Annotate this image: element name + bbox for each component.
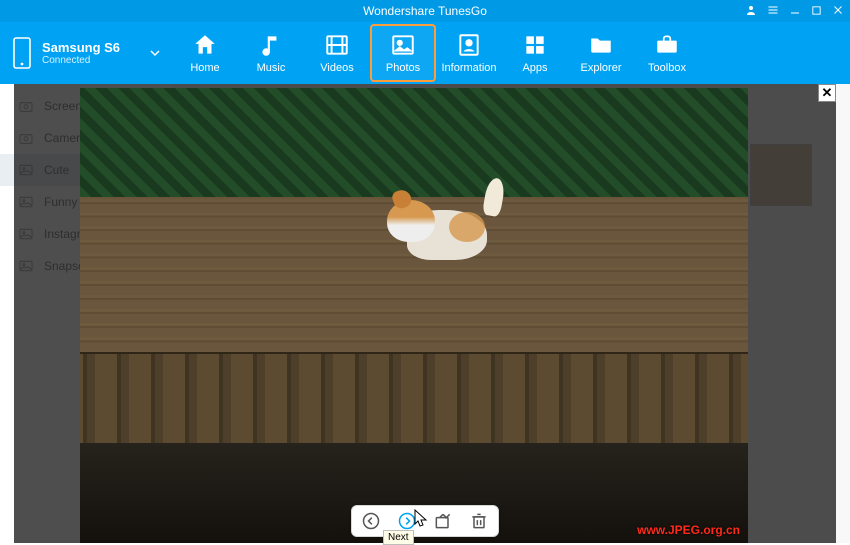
viewer-toolbar: [351, 505, 499, 537]
minimize-button[interactable]: [789, 4, 801, 18]
tab-label: Photos: [386, 62, 420, 74]
briefcase-icon: [654, 32, 680, 58]
prev-button[interactable]: [360, 510, 382, 532]
window-controls: [745, 0, 844, 22]
photo-subject: [387, 170, 507, 280]
film-icon: [324, 32, 350, 58]
picture-icon: [390, 32, 416, 58]
chevron-down-icon: [150, 48, 160, 58]
folder-icon: [588, 32, 614, 58]
tab-videos[interactable]: Videos: [304, 24, 370, 82]
tab-music[interactable]: Music: [238, 24, 304, 82]
tab-home[interactable]: Home: [172, 24, 238, 82]
tab-toolbox[interactable]: Toolbox: [634, 24, 700, 82]
tab-label: Toolbox: [648, 62, 686, 74]
tab-explorer[interactable]: Explorer: [568, 24, 634, 82]
music-icon: [258, 32, 284, 58]
watermark: www.JPEG.org.cn: [637, 523, 740, 537]
contacts-icon: [456, 32, 482, 58]
close-button[interactable]: [832, 4, 844, 18]
tab-label: Explorer: [581, 62, 622, 74]
arrow-right-icon: [397, 511, 417, 531]
share-button[interactable]: [432, 510, 454, 532]
home-icon: [192, 32, 218, 58]
device-selector[interactable]: Samsung S6 Connected: [0, 22, 172, 84]
tab-apps[interactable]: Apps: [502, 24, 568, 82]
user-icon[interactable]: [745, 4, 757, 18]
maximize-button[interactable]: [811, 5, 822, 18]
titlebar: Wondershare TunesGo: [0, 0, 850, 22]
device-name: Samsung S6: [42, 40, 140, 55]
close-icon: ✕: [822, 85, 833, 101]
next-button[interactable]: [396, 510, 418, 532]
apps-icon: [522, 32, 548, 58]
share-icon: [433, 511, 453, 531]
tab-label: Apps: [522, 62, 547, 74]
close-viewer-button[interactable]: ✕: [818, 84, 836, 102]
tab-label: Information: [441, 62, 496, 74]
device-status: Connected: [42, 55, 140, 66]
delete-button[interactable]: [468, 510, 490, 532]
tab-label: Music: [257, 62, 286, 74]
tab-label: Videos: [320, 62, 353, 74]
tab-label: Home: [190, 62, 219, 74]
main-header: Samsung S6 Connected Home Music Videos P…: [0, 22, 850, 84]
phone-icon: [12, 37, 32, 69]
trash-icon: [469, 511, 489, 531]
tab-information[interactable]: Information: [436, 24, 502, 82]
device-text: Samsung S6 Connected: [42, 40, 140, 66]
photo-preview: www.JPEG.org.cn: [80, 88, 748, 543]
arrow-left-icon: [361, 511, 381, 531]
nav-tabs: Home Music Videos Photos Information App…: [172, 22, 700, 84]
menu-icon[interactable]: [767, 4, 779, 18]
app-title: Wondershare TunesGo: [363, 4, 487, 18]
photo-viewer-overlay: ✕ www.JPEG.org.cn Next: [14, 84, 836, 543]
tab-photos[interactable]: Photos: [370, 24, 436, 82]
